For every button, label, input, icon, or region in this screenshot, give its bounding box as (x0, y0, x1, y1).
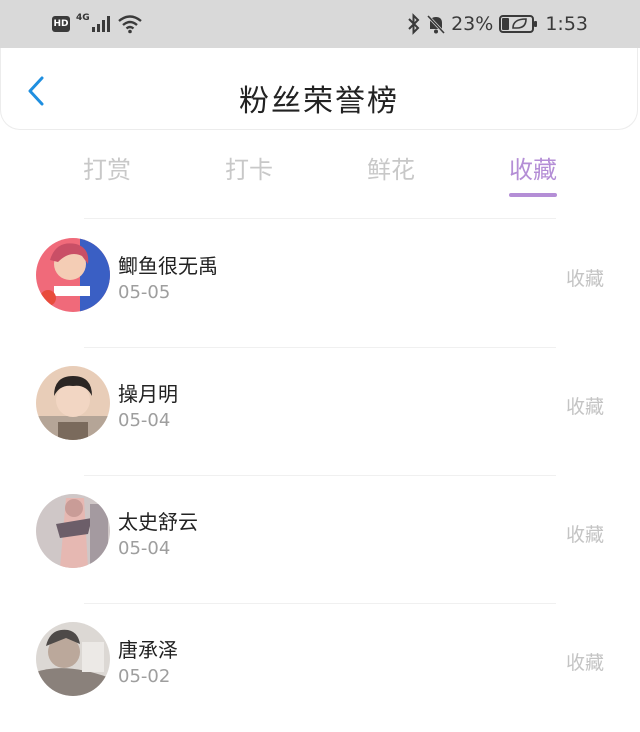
favorite-action: 收藏 (565, 652, 604, 674)
tab-label: 收藏 (509, 156, 557, 184)
fan-list: 鲫鱼很无禹 05-05 收藏 操月明 05-04 收藏 太史舒云 05-04 收… (0, 220, 640, 732)
favorite-action: 收藏 (565, 268, 604, 290)
list-item[interactable]: 唐承泽 05-02 收藏 (0, 604, 640, 732)
signal-icon (91, 16, 110, 32)
header: 粉丝荣誉榜 (0, 48, 638, 130)
fan-date: 05-04 (118, 538, 171, 559)
battery-saver-icon (499, 15, 538, 33)
avatar (36, 494, 110, 568)
tab-checkin[interactable]: 打卡 (178, 150, 320, 202)
clock: 1:53 (545, 13, 588, 35)
avatar (36, 238, 110, 312)
tab-label: 打卡 (225, 156, 273, 184)
network-type: 4G (76, 13, 90, 23)
tab-label: 打赏 (83, 156, 131, 184)
page-title: 粉丝荣誉榜 (239, 84, 399, 119)
list-item[interactable]: 太史舒云 05-04 收藏 (0, 476, 640, 604)
hd-badge: HD (52, 16, 70, 32)
wifi-icon (117, 15, 142, 34)
active-tab-indicator (509, 193, 557, 197)
fan-date: 05-05 (118, 282, 171, 303)
tab-reward[interactable]: 打赏 (36, 150, 178, 202)
fan-date: 05-04 (118, 410, 171, 431)
favorite-action: 收藏 (565, 396, 604, 418)
status-bar: HD 4G 23% 1:53 (0, 0, 640, 48)
tab-label: 鲜花 (367, 156, 415, 184)
fan-name: 唐承泽 (118, 638, 178, 662)
avatar (36, 366, 110, 440)
tab-bar: 打赏 打卡 鲜花 收藏 (36, 150, 604, 202)
avatar (36, 622, 110, 696)
fan-name: 太史舒云 (118, 510, 198, 534)
mute-bell-icon (427, 14, 446, 35)
fan-name: 操月明 (118, 382, 178, 406)
status-right: 23% 1:53 (407, 12, 588, 36)
favorite-action: 收藏 (565, 524, 604, 546)
fan-date: 05-02 (118, 666, 171, 687)
fan-name: 鲫鱼很无禹 (118, 254, 218, 278)
list-item[interactable]: 鲫鱼很无禹 05-05 收藏 (0, 220, 640, 348)
bluetooth-icon (408, 13, 420, 35)
tab-favorites[interactable]: 收藏 (462, 150, 604, 202)
list-item[interactable]: 操月明 05-04 收藏 (0, 348, 640, 476)
divider (84, 218, 556, 219)
status-left: HD 4G (52, 12, 143, 36)
battery-percent: 23% (451, 13, 494, 35)
tab-flowers[interactable]: 鲜花 (320, 150, 462, 202)
